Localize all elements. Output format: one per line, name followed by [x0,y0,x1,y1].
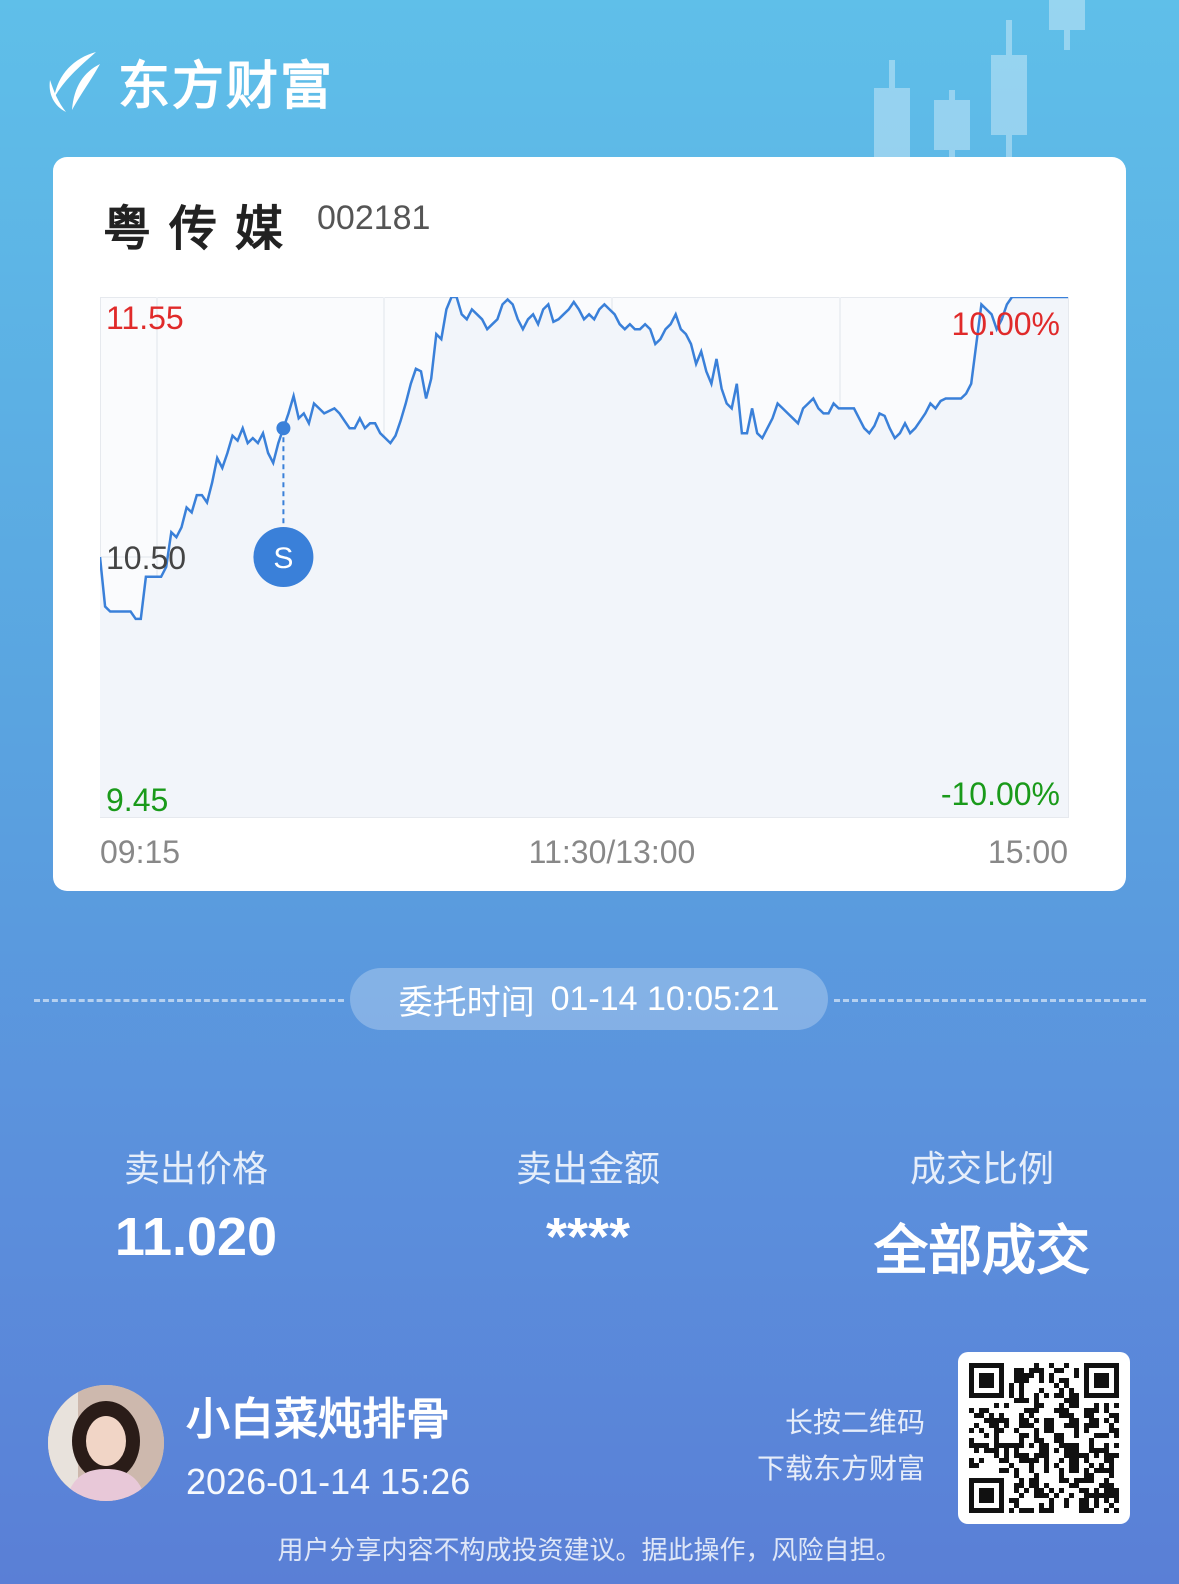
order-time-value: 01-14 10:05:21 [550,979,780,1018]
x-tick-open: 09:15 [100,834,180,870]
stat-sell-amount-value: **** [545,1207,631,1267]
brand-name: 东方财富 [118,57,335,117]
y-label-low: 9.45 [106,782,168,818]
order-time-label: 委托时间 [398,983,535,1022]
stock-name: 粤传媒 [103,201,302,257]
stat-fill-ratio-value: 全部成交 [874,1221,1090,1281]
order-time-pill: 委托时间 01-14 10:05:21 [350,968,828,1030]
eastmoney-logo-icon [49,51,100,112]
stat-sell-price: 卖出价格 11.020 [46,1140,346,1268]
order-time-row: 委托时间 01-14 10:05:21 [0,968,1179,1032]
intraday-chart: S 11.55 10.50 9.45 10.00% -10.00% 09:15 … [98,295,1069,870]
stock-code: 002181 [317,199,431,237]
stock-card: 粤传媒 002181 S 11.55 10.50 9.45 10.00% -10… [53,157,1126,891]
sell-marker-dot [276,421,291,436]
stat-sell-amount-label: 卖出金额 [515,1149,660,1190]
y-label-base: 10.50 [106,540,186,576]
qr-code[interactable] [958,1352,1130,1524]
stat-sell-price-value: 11.020 [114,1207,278,1267]
qr-hint: 长按二维码 下载东方财富 [757,1400,925,1492]
brand-logo: 东方财富 [44,44,334,119]
x-tick-close: 15:00 [988,834,1068,870]
sell-marker-label: S [273,542,293,575]
y-label-high: 11.55 [106,300,184,336]
disclaimer: 用户分享内容不构成投资建议。据此操作，风险自担。 [277,1536,902,1566]
qr-code-icon [969,1363,1119,1513]
user-info: 小白菜炖排骨 2026-01-14 15:26 [48,1383,470,1503]
qr-hint-line1: 长按二维码 [784,1406,925,1439]
background-candles [874,0,1085,170]
dashed-divider-left [34,999,344,1002]
share-datetime: 2026-01-14 15:26 [186,1461,471,1502]
stat-fill-ratio: 成交比例 全部成交 [832,1140,1132,1285]
dashed-divider-right [834,999,1146,1002]
stat-fill-ratio-label: 成交比例 [909,1149,1054,1190]
qr-hint-line2: 下载东方财富 [756,1452,925,1485]
x-tick-midday: 11:30/13:00 [529,834,696,870]
user-name: 小白菜炖排骨 [186,1394,450,1445]
stat-sell-amount: 卖出金额 **** [438,1140,738,1268]
avatar-image [48,1385,164,1501]
pct-label-high: 10.00% [951,306,1060,342]
avatar[interactable] [48,1385,164,1501]
stat-sell-price-label: 卖出价格 [123,1149,268,1190]
pct-label-low: -10.00% [941,776,1060,812]
